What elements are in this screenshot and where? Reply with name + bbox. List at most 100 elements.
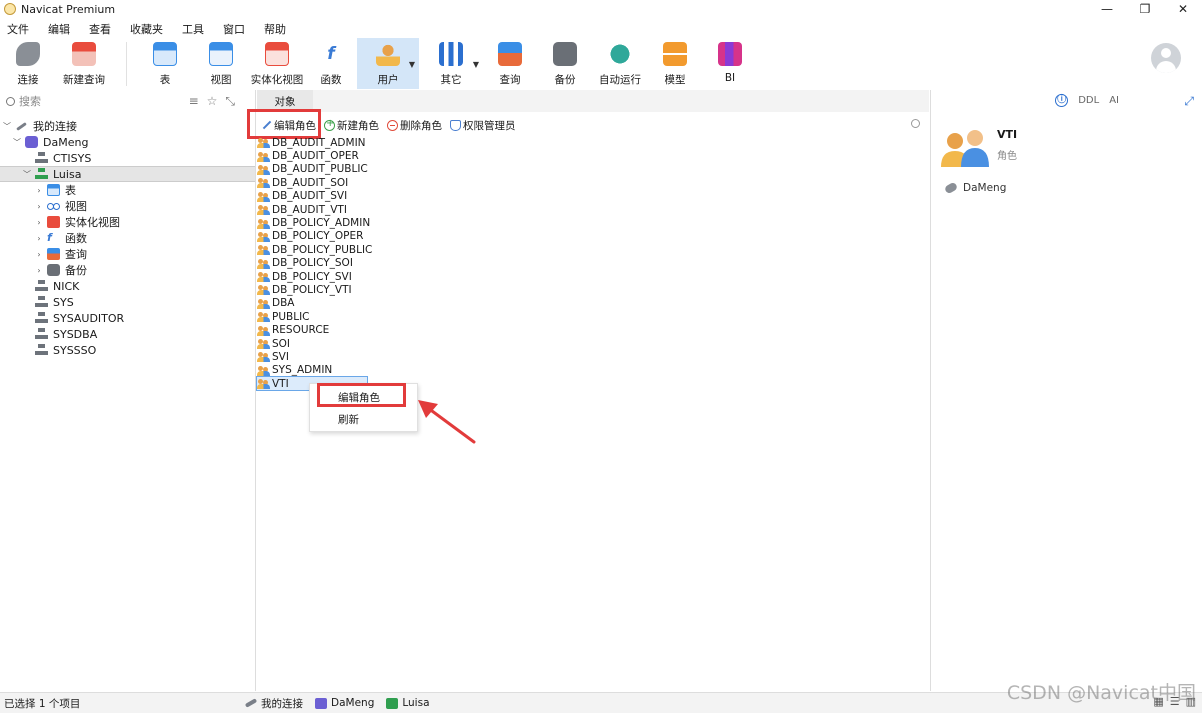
menu-favorites[interactable]: 收藏夹 — [123, 21, 175, 37]
backup-button[interactable]: 备份 — [537, 38, 593, 89]
chevron-down-icon[interactable]: ﹀ — [12, 137, 22, 148]
new-role-button[interactable]: 新建角色 — [324, 118, 379, 133]
maximize-button[interactable]: ❐ — [1126, 0, 1164, 18]
chevron-right-icon[interactable]: › — [34, 186, 44, 195]
tree-child-backups[interactable]: › 备份 — [0, 262, 255, 278]
tree-root[interactable]: ﹀ 我的连接 — [0, 118, 255, 134]
chevron-right-icon[interactable]: › — [34, 250, 44, 259]
user-dropdown-caret-icon[interactable]: ▼ — [409, 60, 415, 69]
role-row[interactable]: DB_POLICY_SVI — [257, 270, 557, 283]
role-icon — [257, 204, 271, 216]
tree-schema[interactable]: SYSSSO — [0, 342, 255, 358]
role-row[interactable]: DB_AUDIT_SVI — [257, 190, 557, 203]
other-dropdown-caret-icon[interactable]: ▼ — [473, 60, 479, 69]
collapse-icon[interactable]: ⤡ — [225, 94, 235, 109]
other-button[interactable]: 其它 ▼ — [419, 38, 483, 89]
robot-icon — [608, 42, 632, 66]
privilege-admin-label: 权限管理员 — [463, 119, 516, 132]
chevron-right-icon[interactable]: › — [34, 218, 44, 227]
main-toolbar: 连接 新建查询 表 视图 实体化视图 f 函数 用户 ▼ 其它 ▼ 查询 备份 — [0, 38, 1202, 89]
table-icon — [153, 42, 177, 66]
menu-view[interactable]: 查看 — [82, 21, 123, 37]
chevron-right-icon[interactable]: › — [34, 234, 44, 243]
table-label: 表 — [159, 74, 171, 86]
schema-icon — [35, 328, 48, 340]
automation-button[interactable]: 自动运行 — [593, 38, 647, 89]
table-button[interactable]: 表 — [137, 38, 193, 89]
bi-icon — [718, 42, 742, 66]
menu-edit[interactable]: 编辑 — [41, 21, 82, 37]
menu-help[interactable]: 帮助 — [257, 21, 298, 37]
view-label: 视图 — [210, 74, 232, 86]
view-button[interactable]: 视图 — [193, 38, 249, 89]
materialized-view-button[interactable]: 实体化视图 — [249, 38, 305, 89]
red-arrow-annotation — [418, 400, 476, 444]
bi-button[interactable]: BI — [703, 38, 757, 89]
role-row[interactable]: SYS_ADMIN — [257, 364, 557, 377]
role-name: VTI — [272, 377, 289, 390]
role-row[interactable]: RESOURCE — [257, 323, 557, 336]
delete-role-button[interactable]: 删除角色 — [387, 118, 442, 133]
tree-schema[interactable]: SYSDBA — [0, 326, 255, 342]
ai-icon[interactable]: AI — [1109, 95, 1119, 106]
minus-icon — [387, 119, 398, 131]
tree-child-functions[interactable]: › f 函数 — [0, 230, 255, 246]
role-row[interactable]: SVI — [257, 350, 557, 363]
ddl-icon[interactable]: DDL — [1078, 95, 1099, 106]
role-row[interactable]: SOI — [257, 337, 557, 350]
query-button[interactable]: 查询 — [483, 38, 537, 89]
tree-schema[interactable]: SYS — [0, 294, 255, 310]
menu-window[interactable]: 窗口 — [216, 21, 257, 37]
tree-schema[interactable]: SYSAUDITOR — [0, 310, 255, 326]
tree-connection[interactable]: ﹀ DaMeng — [0, 134, 255, 150]
search-icon — [6, 96, 15, 106]
role-row[interactable]: DB_AUDIT_OPER — [257, 149, 557, 162]
tree-schema[interactable]: CTISYS — [0, 150, 255, 166]
menu-tools[interactable]: 工具 — [175, 21, 216, 37]
model-button[interactable]: 模型 — [647, 38, 703, 89]
tree-schema-selected[interactable]: ﹀ Luisa — [0, 166, 255, 182]
context-edit-highlight-box — [317, 383, 406, 407]
tree-child-mviews[interactable]: › 实体化视图 — [0, 214, 255, 230]
role-row[interactable]: DB_AUDIT_SOI — [257, 176, 557, 189]
star-icon[interactable]: ☆ — [207, 94, 218, 109]
close-button[interactable]: ✕ — [1164, 0, 1202, 18]
user-avatar[interactable] — [1151, 43, 1181, 73]
chevron-right-icon[interactable]: › — [34, 202, 44, 211]
role-row[interactable]: DB_AUDIT_VTI — [257, 203, 557, 216]
breadcrumb-schema[interactable]: Luisa — [386, 697, 430, 709]
role-row[interactable]: DBA — [257, 297, 557, 310]
new-query-button[interactable]: 新建查询 — [56, 38, 112, 89]
role-icon — [257, 177, 271, 189]
role-row[interactable]: PUBLIC — [257, 310, 557, 323]
tree-child-views[interactable]: › 视图 — [0, 198, 255, 214]
tree-schema[interactable]: NICK — [0, 278, 255, 294]
role-row[interactable]: DB_AUDIT_PUBLIC — [257, 163, 557, 176]
breadcrumb-connection[interactable]: DaMeng — [315, 697, 374, 709]
user-button[interactable]: 用户 ▼ — [357, 38, 419, 89]
chevron-right-icon[interactable]: › — [34, 266, 44, 275]
tree-child-queries[interactable]: › 查询 — [0, 246, 255, 262]
role-row[interactable]: DB_POLICY_OPER — [257, 230, 557, 243]
menu-file[interactable]: 文件 — [0, 21, 41, 37]
chevron-down-icon[interactable]: ﹀ — [22, 169, 32, 180]
search-input[interactable]: 搜索 — [19, 93, 41, 109]
role-row[interactable]: DB_POLICY_VTI — [257, 283, 557, 296]
function-button[interactable]: f 函数 — [305, 38, 357, 89]
navigation-search[interactable]: 搜索 ≡ ☆ ⤡ — [0, 90, 255, 112]
context-refresh[interactable]: 刷新 — [310, 408, 417, 430]
role-row[interactable]: DB_POLICY_PUBLIC — [257, 243, 557, 256]
tree-child-tables[interactable]: › 表 — [0, 182, 255, 198]
filter-icon[interactable]: ≡ — [189, 94, 199, 109]
info-icon[interactable]: ⓘ — [1055, 94, 1069, 107]
search-icon[interactable] — [911, 119, 920, 128]
role-row[interactable]: DB_AUDIT_ADMIN — [257, 136, 557, 149]
minimize-button[interactable]: — — [1088, 0, 1126, 18]
breadcrumb-root[interactable]: 我的连接 — [244, 696, 303, 711]
expand-icon[interactable]: ⤢ — [1184, 94, 1194, 109]
role-row[interactable]: DB_POLICY_SOI — [257, 257, 557, 270]
chevron-down-icon[interactable]: ﹀ — [2, 121, 12, 132]
role-row[interactable]: DB_POLICY_ADMIN — [257, 216, 557, 229]
privilege-admin-button[interactable]: 权限管理员 — [450, 118, 516, 133]
connect-button[interactable]: 连接 — [0, 38, 56, 89]
